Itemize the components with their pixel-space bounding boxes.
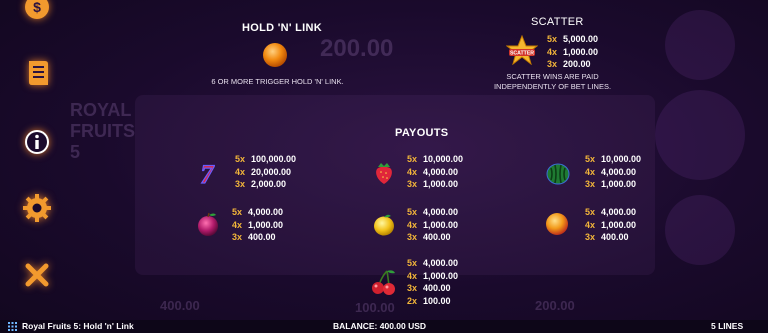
- grid-icon[interactable]: [8, 322, 17, 331]
- background-balance-text: 400.00: [160, 298, 200, 313]
- pay-row: 4x 1,000.00: [547, 46, 599, 57]
- hold-n-link-description: 6 OR MORE TRIGGER HOLD 'N' LINK.: [211, 77, 344, 86]
- pay-row: 3x 400.00: [407, 283, 451, 294]
- pay-row: 5x 4,000.00: [407, 207, 459, 217]
- background-logo-text: ROYAL FRUITS 5: [70, 100, 135, 162]
- cherry-icon: [372, 270, 395, 295]
- close-button[interactable]: [22, 260, 52, 290]
- watermelon-pays: 5x 10,000.00 4x 4,000.00 3x 1,000.00: [585, 153, 641, 191]
- seven-pays: 5x 100,000.00 4x 20,000.00 3x 2,000.00: [235, 153, 296, 191]
- svg-text:$: $: [33, 0, 41, 15]
- payouts-title: PAYOUTS: [395, 127, 449, 139]
- scatter-title: SCATTER: [531, 16, 584, 28]
- pay-row: 3x 1,000.00: [585, 179, 637, 190]
- paytable-button[interactable]: [22, 58, 52, 88]
- background-bet-text: 100.00: [355, 300, 395, 315]
- coin-icon: $: [25, 0, 49, 19]
- svg-text:7: 7: [201, 160, 215, 186]
- pay-row: 4x 20,000.00: [235, 166, 292, 177]
- pay-row: 2x 100.00: [407, 295, 451, 306]
- pay-row: 3x 2,000.00: [235, 179, 287, 190]
- pay-row: 3x 200.00: [547, 59, 591, 70]
- pay-row: 4x 4,000.00: [585, 166, 637, 177]
- pay-row: 5x 100,000.00: [235, 154, 297, 164]
- pay-row: 5x 10,000.00: [407, 154, 464, 164]
- background-autoplay-button: [665, 195, 735, 265]
- plum-pays: 5x 4,000.00 4x 1,000.00 3x 400.00: [232, 206, 283, 244]
- pay-row: 4x 1,000.00: [232, 219, 284, 230]
- background-win-text: 200.00: [320, 35, 394, 62]
- close-icon: [25, 263, 49, 287]
- scatter-note: SCATTER WINS ARE PAID INDEPENDENTLY OF B…: [493, 72, 612, 91]
- lines-text: 5 LINES: [711, 321, 744, 331]
- pay-row: 5x 5,000.00: [547, 34, 599, 44]
- pay-row: 3x 400.00: [585, 232, 629, 243]
- pay-row: 4x 1,000.00: [585, 219, 637, 230]
- plum-icon: [198, 212, 218, 236]
- game-title: Royal Fruits 5: Hold 'n' Link: [22, 321, 134, 331]
- status-bar: Royal Fruits 5: Hold 'n' Link BALANCE: 4…: [0, 320, 768, 333]
- balance-text: BALANCE: 400.00 USD: [333, 321, 427, 331]
- watermelon-icon: [546, 163, 570, 185]
- pay-row: 5x 4,000.00: [585, 207, 637, 217]
- pay-row: 4x 4,000.00: [407, 166, 459, 177]
- seven-icon: 7: [200, 160, 215, 186]
- pay-row: 3x 1,000.00: [407, 179, 459, 190]
- pay-row: 5x 4,000.00: [407, 258, 459, 268]
- strawberry-pays: 5x 10,000.00 4x 4,000.00 3x 1,000.00: [407, 153, 463, 191]
- lemon-icon: [374, 214, 394, 236]
- scatter-badge-text: SCATTER: [510, 51, 534, 57]
- coin-button[interactable]: $: [22, 0, 52, 22]
- orange-icon: [546, 213, 568, 235]
- pay-row: 5x 10,000.00: [585, 154, 642, 164]
- lemon-pays: 5x 4,000.00 4x 1,000.00 3x 400.00: [407, 206, 458, 244]
- pay-row: 3x 400.00: [232, 232, 276, 243]
- background-bet-button: [665, 10, 735, 80]
- background-spin-button: [655, 90, 745, 180]
- settings-icon: [23, 194, 51, 222]
- scatter-pays: 5x 5,000.00 4x 1,000.00 3x 200.00: [547, 33, 598, 71]
- paytable-icon: [29, 61, 48, 85]
- sidebar: $: [0, 0, 72, 320]
- strawberry-icon: [376, 163, 392, 184]
- pay-row: 4x 1,000.00: [407, 270, 459, 281]
- pay-row: 4x 1,000.00: [407, 219, 459, 230]
- cherry-pays: 5x 4,000.00 4x 1,000.00 3x 400.00 2x 100.00: [407, 257, 458, 307]
- pay-row: 5x 4,000.00: [232, 207, 284, 217]
- orange-pays: 5x 4,000.00 4x 1,000.00 3x 400.00: [585, 206, 636, 244]
- settings-button[interactable]: [22, 193, 52, 223]
- orange-coin-icon: [263, 43, 287, 67]
- pay-row: 3x 400.00: [407, 232, 451, 243]
- scatter-star-icon: SCATTER: [506, 35, 538, 65]
- background-win-amount-text: 200.00: [535, 298, 575, 313]
- info-icon: [25, 130, 49, 154]
- info-button[interactable]: [22, 127, 52, 157]
- hold-n-link-title: HOLD 'N' LINK: [242, 22, 323, 34]
